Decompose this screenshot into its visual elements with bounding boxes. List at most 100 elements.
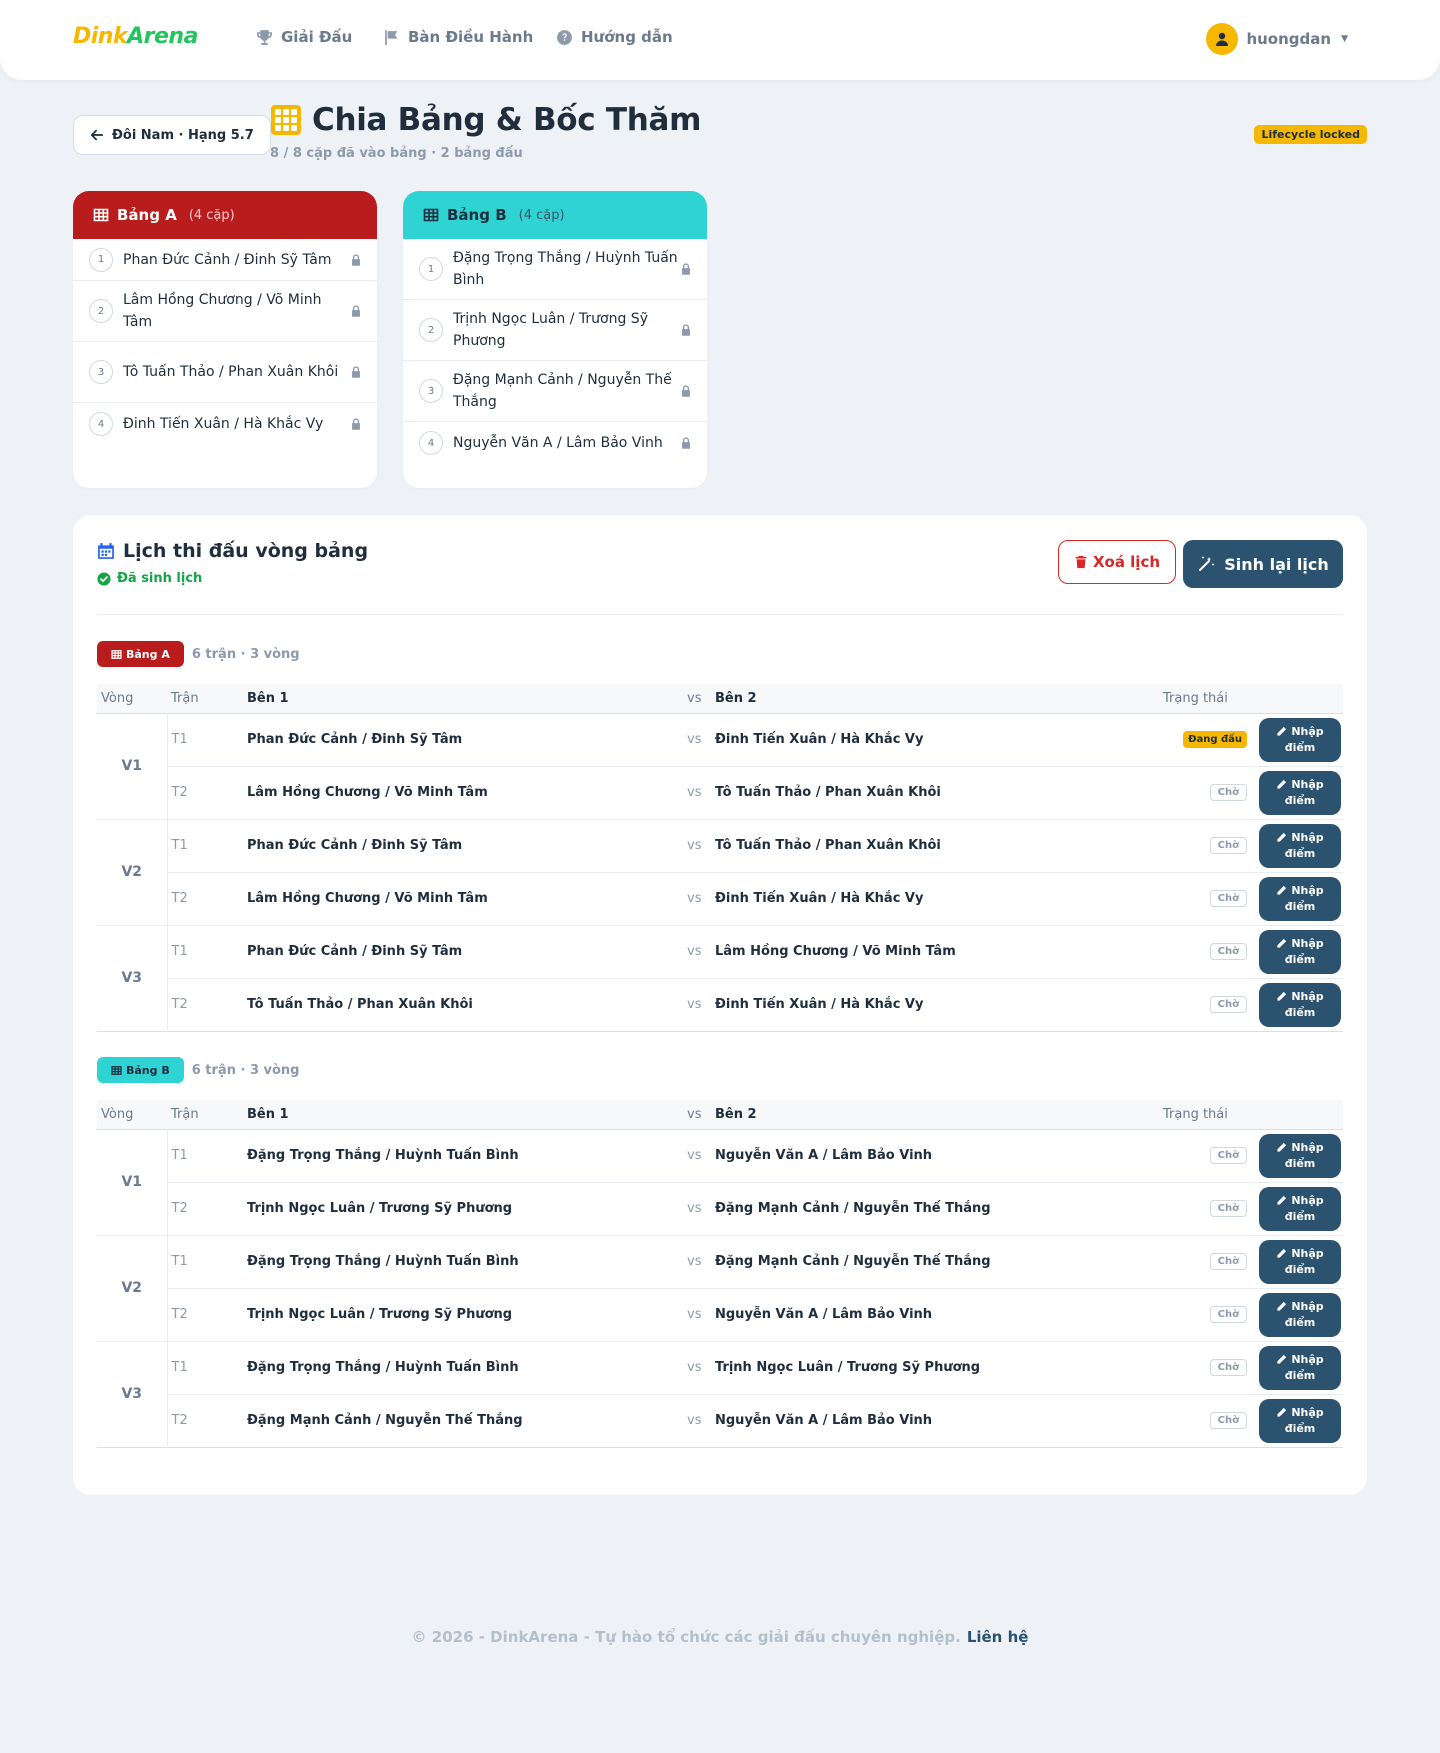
regenerate-schedule-button[interactable]: Sinh lại lịch [1183, 540, 1343, 588]
enter-score-button[interactable]: Nhập điểm [1259, 982, 1341, 1027]
lock-icon [352, 253, 360, 266]
table-row: V2 T1 Đặng Trọng Thắng / Huỳnh Tuấn Bình… [97, 1235, 1343, 1341]
check-circle-icon [97, 571, 111, 586]
table-row: V2 T1 Phan Đức Cảnh / Đinh Sỹ Tâm vs Tô … [97, 819, 1343, 925]
magic-wand-icon [1199, 556, 1215, 571]
lifecycle-locked-badge: Lifecycle locked [1254, 125, 1367, 144]
chevron-down-icon: ▼ [1341, 34, 1348, 44]
group-header-b: Bảng B (4 cặp) [403, 191, 707, 239]
status-badge: Chờ [1209, 1306, 1247, 1323]
round-cell: V1 [97, 713, 168, 819]
status-badge: Chờ [1209, 1147, 1247, 1164]
table-row: T2 Lâm Hồng Chương / Võ Minh Tâm vs Tô T… [97, 766, 1343, 819]
pair-item: 2 Trịnh Ngọc Luân / Trương Sỹ Phương [403, 300, 707, 361]
page-title-row: Chia Bảng & Bốc Thăm [270, 102, 701, 138]
enter-score-button[interactable]: Nhập điểm [1259, 1133, 1341, 1178]
pair-item: 3 Đặng Mạnh Cảnh / Nguyễn Thế Thắng [403, 361, 707, 422]
pencil-icon [1277, 938, 1287, 948]
status-badge: Chờ [1209, 784, 1247, 801]
table-row: T2 Trịnh Ngọc Luân / Trương Sỹ Phương vs… [97, 1182, 1343, 1235]
status-badge: Chờ [1209, 943, 1247, 960]
enter-score-button[interactable]: Nhập điểm [1259, 1239, 1341, 1284]
table-row: T2 Tô Tuấn Thảo / Phan Xuân Khôi vs Đinh… [97, 978, 1343, 1031]
enter-score-button[interactable]: Nhập điểm [1259, 876, 1341, 921]
pencil-icon [1277, 1354, 1287, 1364]
group-pill-b: Bảng B [97, 1057, 184, 1083]
table-icon [111, 1065, 122, 1075]
app-logo[interactable]: DinkArena [73, 24, 198, 49]
grid-table-icon [271, 105, 301, 135]
username: huongdan [1246, 30, 1332, 48]
round-cell: V3 [97, 1341, 168, 1447]
pencil-icon [1277, 1301, 1287, 1311]
lock-icon [352, 418, 360, 430]
pencil-icon [1277, 1142, 1287, 1152]
enter-score-button[interactable]: Nhập điểm [1259, 1186, 1341, 1231]
question-circle-icon [557, 29, 572, 45]
pencil-icon [1277, 779, 1287, 789]
schedule-card: Lịch thi đấu vòng bảng Đã sinh lịch Xoá … [73, 515, 1367, 1495]
pair-item: 2 Lâm Hồng Chương / Võ Minh Tâm [73, 281, 377, 342]
pair-item: 4 Đinh Tiến Xuân / Hà Khắc Vy [73, 403, 377, 445]
enter-score-button[interactable]: Nhập điểm [1259, 823, 1341, 868]
nav-item-tournaments[interactable]: Giải Đấu [256, 28, 352, 46]
top-navbar: DinkArena Giải Đấu Bàn Điều Hành Hướng d… [0, 0, 1440, 80]
nav-item-control-desk[interactable]: Bàn Điều Hành [383, 28, 533, 46]
status-badge: Chờ [1209, 837, 1247, 854]
group-header-a: Bảng A (4 cặp) [73, 191, 377, 239]
delete-schedule-button[interactable]: Xoá lịch [1058, 540, 1176, 584]
table-row: T2 Trịnh Ngọc Luân / Trương Sỹ Phương vs… [97, 1288, 1343, 1341]
schedule-title: Lịch thi đấu vòng bảng [97, 540, 368, 562]
enter-score-button[interactable]: Nhập điểm [1259, 1398, 1341, 1443]
table-header-row: Vòng Trận Bên 1 vs Bên 2 Trạng thái [97, 684, 1343, 713]
pair-item: 4 Nguyễn Văn A / Lâm Bảo Vinh [403, 422, 707, 464]
table-row: V3 T1 Phan Đức Cảnh / Đinh Sỹ Tâm vs Lâm… [97, 925, 1343, 1031]
pencil-icon [1277, 1407, 1287, 1417]
group-card-b: Bảng B (4 cặp) 1 Đặng Trọng Thắng / Huỳn… [403, 191, 707, 488]
trash-icon [1075, 555, 1087, 569]
enter-score-button[interactable]: Nhập điểm [1259, 929, 1341, 974]
page-subtitle: 8 / 8 cặp đã vào bảng · 2 bảng đấu [270, 146, 523, 161]
status-badge: Chờ [1209, 1253, 1247, 1270]
status-badge: Chờ [1209, 1200, 1247, 1217]
calendar-icon [98, 543, 114, 559]
pencil-icon [1277, 991, 1287, 1001]
table-row: T2 Lâm Hồng Chương / Võ Minh Tâm vs Đinh… [97, 872, 1343, 925]
lock-icon [682, 263, 690, 275]
pencil-icon [1277, 726, 1287, 736]
lock-icon [352, 305, 360, 317]
back-button[interactable]: Đôi Nam · Hạng 5.7 [73, 115, 271, 155]
nav-item-guide[interactable]: Hướng dẫn [556, 28, 673, 46]
trophy-icon [257, 29, 272, 45]
flag-icon [385, 29, 398, 45]
status-badge: Chờ [1209, 1412, 1247, 1429]
table-row: V3 T1 Đặng Trọng Thắng / Huỳnh Tuấn Bình… [97, 1341, 1343, 1447]
user-icon [1216, 32, 1229, 46]
round-cell: V2 [97, 819, 168, 925]
footer: © 2026 - DinkArena - Tự hào tổ chức các … [0, 1628, 1440, 1646]
round-cell: V2 [97, 1235, 168, 1341]
pencil-icon [1277, 885, 1287, 895]
lock-icon [682, 437, 690, 449]
user-menu[interactable]: huongdan ▼ [1206, 23, 1348, 55]
enter-score-button[interactable]: Nhập điểm [1259, 717, 1341, 762]
round-cell: V1 [97, 1129, 168, 1235]
schedule-group-label-a: Bảng A 6 trận · 3 vòng [97, 640, 300, 668]
table-row: V1 T1 Đặng Trọng Thắng / Huỳnh Tuấn Bình… [97, 1129, 1343, 1235]
group-pill-a: Bảng A [97, 641, 184, 667]
schedule-group-label-b: Bảng B 6 trận · 3 vòng [97, 1056, 300, 1084]
pencil-icon [1277, 1248, 1287, 1258]
pencil-icon [1277, 832, 1287, 842]
lock-icon [682, 324, 690, 336]
match-table-a: Vòng Trận Bên 1 vs Bên 2 Trạng thái V1 T… [97, 684, 1343, 1032]
page-title: Chia Bảng & Bốc Thăm [312, 102, 702, 138]
contact-link[interactable]: Liên hệ [967, 1628, 1029, 1646]
pencil-icon [1277, 1195, 1287, 1205]
enter-score-button[interactable]: Nhập điểm [1259, 1345, 1341, 1390]
enter-score-button[interactable]: Nhập điểm [1259, 1292, 1341, 1337]
pair-item: 1 Đặng Trọng Thắng / Huỳnh Tuấn Bình [403, 239, 707, 300]
table-icon [111, 649, 122, 659]
enter-score-button[interactable]: Nhập điểm [1259, 770, 1341, 815]
table-header-row: Vòng Trận Bên 1 vs Bên 2 Trạng thái [97, 1100, 1343, 1129]
round-cell: V3 [97, 925, 168, 1031]
